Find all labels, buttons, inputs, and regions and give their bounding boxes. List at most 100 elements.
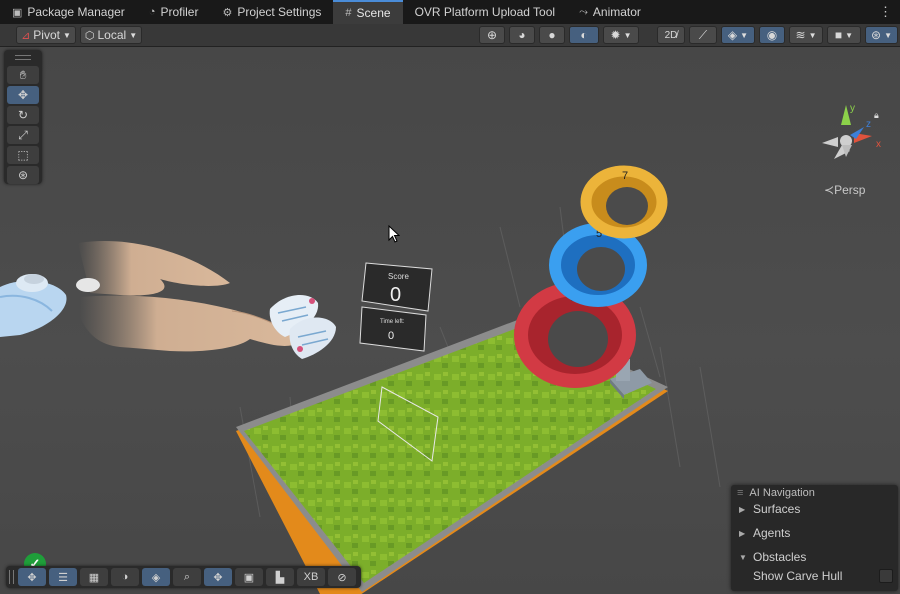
tab-ovr-platform-upload-tool[interactable]: OVR Platform Upload Tool bbox=[403, 0, 568, 24]
move-tool-button[interactable]: ✥ bbox=[7, 86, 39, 104]
2d-icon: 2D̸ bbox=[664, 29, 678, 41]
wireframe-sphere-icon: ⊕ bbox=[486, 28, 498, 42]
drag-handle[interactable] bbox=[15, 55, 31, 60]
time-value: 0 bbox=[388, 330, 394, 342]
overlay-pivot-button[interactable]: ✥ bbox=[204, 568, 232, 586]
move-arrows-icon: ✥ bbox=[17, 88, 29, 102]
drag-handle[interactable] bbox=[9, 570, 14, 584]
moon-icon: ◑ bbox=[121, 571, 129, 583]
local-dropdown[interactable]: ⬡ Local ▼ bbox=[80, 26, 142, 44]
tab-package-manager[interactable]: ▣ Package Manager bbox=[0, 0, 137, 24]
overlay-layers-button[interactable]: ◈ bbox=[142, 568, 170, 586]
bug-icon: ✹ bbox=[610, 28, 621, 42]
overlay-grid-button[interactable]: ▦ bbox=[80, 568, 108, 586]
debug-draw-mode-dropdown[interactable]: ✹ ▼ bbox=[603, 26, 639, 44]
nav-item-label: Agents bbox=[753, 526, 791, 540]
overlay-xb-button[interactable]: XB bbox=[297, 568, 325, 586]
overlay-toolbar: ✥ ☰ ▦ ◑ ◈ ⌕ ✥ ▣ ▙ XB ⊘ bbox=[6, 566, 361, 588]
layers-dropdown[interactable]: ≋ ▼ bbox=[789, 26, 823, 44]
shaded-button[interactable]: ● bbox=[539, 26, 565, 44]
hand-icon: ✋︎ bbox=[19, 67, 27, 82]
rect-tool-button[interactable]: ⬚ bbox=[7, 146, 39, 164]
profiler-icon: ◔ bbox=[148, 6, 156, 18]
ai-navigation-header[interactable]: ≡ AI Navigation bbox=[737, 487, 815, 499]
perspective-chevron-icon: ≺ bbox=[824, 183, 835, 197]
lighting-shading-button[interactable]: ◐ bbox=[569, 26, 599, 44]
nav-item-obstacles[interactable]: ▼ Obstacles bbox=[739, 550, 806, 564]
tab-profiler[interactable]: ◔ Profiler bbox=[137, 0, 211, 24]
pivot-dropdown[interactable]: ⊿ Pivot ▼ bbox=[16, 26, 76, 44]
scale-icon: ⤢ bbox=[18, 127, 28, 142]
tab-label: Scene bbox=[356, 6, 391, 20]
camera-settings-dropdown[interactable]: ■ ▼ bbox=[827, 26, 861, 44]
overlay-compass-button[interactable]: ⊘ bbox=[328, 568, 356, 586]
tab-scene[interactable]: # Scene bbox=[333, 0, 403, 24]
tab-label: Project Settings bbox=[237, 5, 322, 19]
xb-label: XB bbox=[303, 571, 319, 583]
nav-item-surfaces[interactable]: ▶ Surfaces bbox=[739, 502, 800, 516]
gizmos-dropdown[interactable]: ⊛ ▼ bbox=[865, 26, 898, 44]
chevron-down-icon: ▼ bbox=[845, 30, 854, 40]
buildings-icon: ▙ bbox=[275, 571, 285, 584]
move-arrows-icon: ✥ bbox=[27, 571, 37, 584]
lock-icon[interactable]: 🔒︎ bbox=[874, 110, 879, 121]
overlay-move-button[interactable]: ✥ bbox=[18, 568, 46, 586]
mouse-cursor-icon bbox=[388, 225, 400, 243]
nav-item-label: Obstacles bbox=[753, 550, 807, 564]
rotate-tool-button[interactable]: ↻ bbox=[7, 106, 39, 124]
overlay-settings-button[interactable]: ☰ bbox=[49, 568, 77, 586]
score-title: Score bbox=[388, 272, 409, 281]
chevron-down-icon: ▼ bbox=[129, 30, 138, 40]
gizmo-z-label: z bbox=[866, 119, 871, 130]
local-label: Local bbox=[97, 28, 127, 42]
wireframe-shading-button[interactable]: ⊕ bbox=[479, 26, 505, 44]
overlay-shading-button[interactable]: ◑ bbox=[111, 568, 139, 586]
score-panel[interactable]: Score 0 bbox=[361, 262, 433, 312]
camera-icon: ■ bbox=[834, 28, 843, 42]
compass-icon: ⊘ bbox=[337, 571, 347, 584]
toggle-2d-button[interactable]: 2D̸ bbox=[657, 26, 685, 44]
overlay-buildings-button[interactable]: ▙ bbox=[266, 568, 294, 586]
package-icon: ▣ bbox=[12, 6, 23, 19]
transform-tool-button[interactable]: ⊛ bbox=[7, 166, 39, 184]
shaded-wireframe-button[interactable]: ◕ bbox=[509, 26, 535, 44]
perspective-toggle[interactable]: ≺Persp bbox=[824, 183, 865, 197]
toggle-audio-button[interactable]: ⟋ bbox=[689, 26, 717, 44]
virtual-hands[interactable] bbox=[78, 241, 300, 352]
time-panel[interactable]: Time left: 0 bbox=[359, 306, 427, 352]
view-tool-button[interactable]: ✋︎ bbox=[7, 66, 39, 84]
scene-visibility-button[interactable]: ◉ bbox=[759, 26, 785, 44]
stack-icon: ≋ bbox=[795, 28, 806, 42]
nav-item-label: Surfaces bbox=[753, 502, 801, 516]
drag-handle-icon: ≡ bbox=[737, 487, 744, 499]
overlay-search-button[interactable]: ⌕ bbox=[173, 568, 201, 586]
eye-icon: ◉ bbox=[766, 28, 778, 42]
show-carve-hull-row: Show Carve Hull bbox=[753, 569, 842, 583]
scale-tool-button[interactable]: ⤢ bbox=[7, 126, 39, 144]
layers-icon: ◈ bbox=[727, 28, 738, 42]
tab-project-settings[interactable]: ⚙ Project Settings bbox=[210, 0, 333, 24]
ai-navigation-title: AI Navigation bbox=[749, 487, 815, 499]
effects-dropdown[interactable]: ◈ ▼ bbox=[721, 26, 755, 44]
grid-hatch-icon: ▦ bbox=[88, 571, 100, 584]
ring-blue[interactable]: 5 bbox=[549, 223, 647, 307]
camera-icon: ▣ bbox=[243, 571, 255, 584]
overlay-camera-button[interactable]: ▣ bbox=[235, 568, 263, 586]
layers-icon: ◈ bbox=[151, 571, 161, 584]
tab-animator[interactable]: ⤳ Animator bbox=[567, 0, 653, 24]
more-options-icon[interactable]: ⋮ bbox=[871, 0, 900, 24]
audio-muted-icon: ⟋ bbox=[698, 27, 708, 42]
gizmo-x-label: x bbox=[876, 139, 881, 150]
shaded-sphere-icon: ● bbox=[548, 28, 556, 42]
sneakers[interactable] bbox=[269, 294, 336, 359]
chevron-right-icon: ▶ bbox=[739, 528, 746, 538]
editor-tab-bar: ▣ Package Manager ◔ Profiler ⚙ Project S… bbox=[0, 0, 900, 25]
nav-item-agents[interactable]: ▶ Agents bbox=[739, 526, 790, 540]
pivot-label: Pivot bbox=[33, 28, 60, 42]
time-title: Time left: bbox=[380, 319, 405, 325]
ring-yellow[interactable]: 7 bbox=[580, 165, 668, 239]
show-carve-hull-checkbox[interactable] bbox=[879, 569, 893, 583]
cube-icon: ⬡ bbox=[84, 29, 95, 42]
tab-label: Package Manager bbox=[27, 5, 125, 19]
orientation-gizmo[interactable]: y z x bbox=[822, 103, 881, 159]
